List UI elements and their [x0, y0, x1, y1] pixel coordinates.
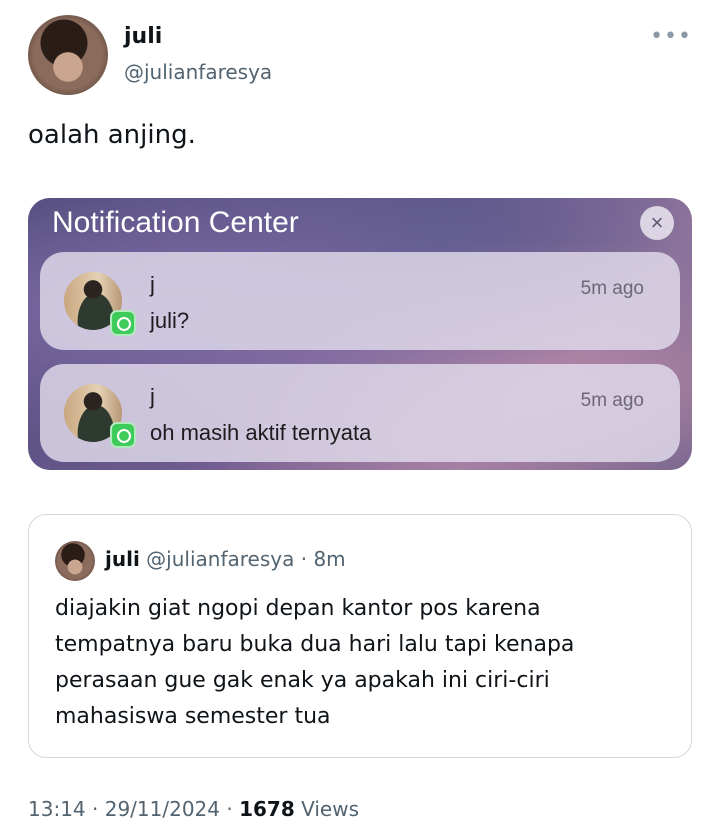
whatsapp-icon	[110, 310, 136, 336]
tweet-text: oalah anjing.	[28, 120, 196, 150]
author-avatar[interactable]	[28, 15, 108, 95]
views-count: 1678	[239, 797, 295, 821]
quote-separator: ·	[294, 547, 314, 571]
notification-message: oh masih aktif ternyata	[150, 420, 372, 445]
notification-time: 5m ago	[580, 278, 644, 299]
quoted-tweet[interactable]: juli @julianfaresya · 8m diajakin giat n…	[28, 514, 692, 758]
author-handle[interactable]: @julianfaresya	[124, 60, 272, 84]
tweet-date[interactable]: 29/11/2024	[105, 797, 220, 821]
footer-separator: ·	[85, 797, 105, 821]
tweet-time[interactable]: 13:14	[28, 797, 86, 821]
more-horizontal-icon[interactable]: •••	[650, 26, 692, 48]
views-label: Views	[294, 797, 359, 821]
quote-age: 8m	[313, 547, 346, 571]
notification-message: juli?	[150, 308, 190, 333]
close-icon: ×	[640, 206, 674, 240]
notification-item: j juli? 5m ago	[40, 252, 680, 350]
quote-author-avatar	[55, 541, 95, 581]
quote-author-name: juli	[105, 547, 140, 571]
whatsapp-icon	[110, 422, 136, 448]
notification-center-title: Notification Center	[52, 206, 299, 239]
tweet-footer: 13:14 · 29/11/2024 · 1678 Views	[28, 797, 359, 821]
quote-author-handle: @julianfaresya	[146, 547, 295, 571]
notification-item: j oh masih aktif ternyata 5m ago	[40, 364, 680, 462]
author-name[interactable]: juli	[124, 24, 162, 49]
notification-sender: j	[150, 272, 155, 297]
footer-separator: ·	[220, 797, 240, 821]
quote-header: juli @julianfaresya · 8m	[105, 547, 346, 571]
quote-text: diajakin giat ngopi depan kantor pos kar…	[55, 596, 575, 729]
notification-time: 5m ago	[580, 390, 644, 411]
notification-sender: j	[150, 384, 155, 409]
notification-center-image[interactable]: Notification Center × j juli? 5m ago j o…	[28, 198, 692, 470]
